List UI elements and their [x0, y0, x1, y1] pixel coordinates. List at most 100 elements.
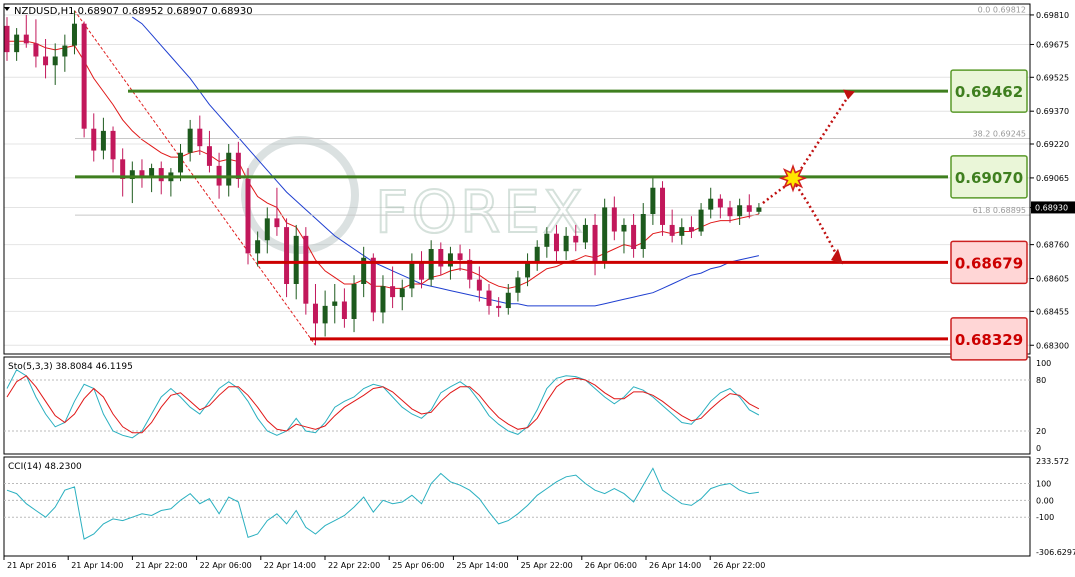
candle-body: [602, 207, 608, 263]
candle-body: [525, 262, 531, 278]
time-tick-label: 21 Apr 2016: [7, 561, 56, 570]
price-tick-label: 0.68455: [1036, 307, 1069, 316]
sto-tick-label: 100: [1036, 359, 1051, 368]
candle-body: [505, 292, 511, 309]
cci-tick-label: -100: [1036, 513, 1054, 522]
candle-body: [544, 233, 550, 247]
time-tick-label: 22 Apr 22:00: [328, 561, 380, 570]
candle-body: [582, 224, 588, 243]
candle-body: [390, 286, 396, 298]
candle-body: [370, 257, 376, 313]
candle-body: [438, 249, 444, 267]
candle-body: [592, 224, 598, 263]
candle-body: [100, 130, 106, 151]
price-tick-label: 0.68300: [1036, 341, 1069, 350]
price-tick-label: 0.68605: [1036, 275, 1069, 284]
candle-body: [62, 45, 68, 57]
candle-body: [322, 305, 328, 324]
candle-body: [14, 34, 20, 53]
candle-body: [206, 146, 212, 166]
candle-body: [33, 43, 39, 57]
candle-body: [688, 227, 694, 232]
candle-body: [380, 286, 386, 313]
candle-body: [698, 209, 704, 232]
candle-body: [351, 284, 357, 319]
candle-body: [197, 128, 203, 147]
candle-body: [43, 56, 49, 66]
time-tick-label: 22 Apr 14:00: [264, 561, 316, 570]
time-tick-label: 25 Apr 14:00: [456, 561, 508, 570]
price-tick-label: 0.69810: [1036, 11, 1069, 20]
fib-label: 38.2 0.69245: [973, 130, 1026, 139]
candle-body: [226, 152, 232, 186]
candle-body: [640, 214, 646, 249]
candle-body: [178, 152, 184, 173]
candle-body: [669, 224, 675, 236]
candle-body: [341, 301, 347, 319]
fib-label: 0.0 0.69812: [978, 6, 1026, 15]
candle-body: [312, 303, 318, 324]
price-tick-label: 0.69370: [1036, 107, 1069, 116]
candle-body: [91, 128, 97, 151]
price-tick-label: 0.69065: [1036, 174, 1069, 183]
candle-body: [447, 253, 453, 267]
candle-body: [679, 227, 685, 236]
candle-body: [476, 279, 482, 291]
price-tick-label: 0.69525: [1036, 73, 1069, 82]
level-value: 0.68679: [955, 254, 1023, 272]
candle-body: [553, 233, 559, 252]
time-tick-label: 21 Apr 14:00: [71, 561, 123, 570]
time-tick-label: 26 Apr 06:00: [585, 561, 637, 570]
candle-body: [52, 56, 58, 66]
time-tick-label: 26 Apr 14:00: [649, 561, 701, 570]
symbol-header: NZDUSD,H1 0.68907 0.68952 0.68907 0.6893…: [14, 6, 253, 17]
candle-body: [486, 290, 492, 306]
candle-body: [660, 187, 666, 225]
candle-body: [245, 179, 251, 254]
candle-body: [399, 288, 405, 298]
candle-body: [563, 235, 569, 252]
time-tick-label: 21 Apr 22:00: [135, 561, 187, 570]
candle-body: [274, 218, 280, 228]
candle-body: [573, 235, 579, 243]
candle-body: [187, 128, 193, 153]
level-value: 0.69462: [955, 83, 1023, 101]
candle-body: [457, 253, 463, 260]
candle-body: [756, 207, 762, 212]
candle-body: [284, 227, 290, 284]
candle-body: [496, 305, 502, 309]
candle-body: [235, 152, 241, 179]
level-value: 0.69070: [955, 169, 1023, 187]
time-tick-label: 22 Apr 06:00: [200, 561, 252, 570]
candle-body: [264, 218, 270, 241]
candle-body: [4, 25, 10, 53]
cci-label: CCI(14) 48.2300: [8, 462, 82, 472]
candle-body: [255, 240, 261, 254]
time-tick-label: 26 Apr 22:00: [713, 561, 765, 570]
sto-label: Sto(5,3,3) 38.8084 46.1195: [8, 362, 133, 372]
candle-body: [332, 301, 338, 306]
price-tick-label: 0.68760: [1036, 241, 1069, 250]
candle-body: [621, 224, 627, 232]
fib-label: 61.8 0.68895: [973, 206, 1026, 215]
candle-body: [158, 168, 164, 182]
forex-chart: FOREX 0.0 0.6981238.2 0.6924561.8 0.6889…: [0, 0, 1075, 577]
candle-body: [293, 235, 299, 284]
current-price-label: 0.68930: [1035, 203, 1068, 212]
candle-body: [428, 249, 434, 280]
candle-body: [110, 130, 116, 160]
candle-body: [81, 23, 87, 129]
sto-tick-label: 80: [1036, 376, 1046, 385]
candle-body: [71, 23, 77, 46]
candle-body: [746, 205, 752, 212]
price-tick-label: 0.69675: [1036, 40, 1069, 49]
level-value: 0.68329: [955, 331, 1023, 349]
candle-body: [303, 235, 309, 304]
time-tick-label: 25 Apr 22:00: [521, 561, 573, 570]
candle-body: [534, 246, 540, 263]
time-tick-label: 25 Apr 06:00: [392, 561, 444, 570]
cci-tick-label: 100: [1036, 480, 1051, 489]
candle-body: [515, 277, 521, 293]
price-tick-label: 0.69220: [1036, 140, 1069, 149]
breakout-burst-icon: [778, 163, 808, 193]
